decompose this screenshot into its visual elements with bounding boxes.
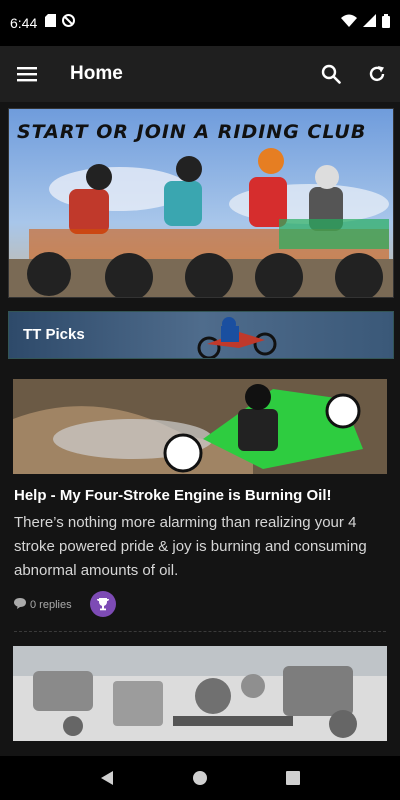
- hamburger-menu-icon[interactable]: [0, 46, 54, 102]
- status-time: 6:44: [10, 15, 38, 31]
- wifi-icon: [341, 14, 357, 32]
- refresh-icon[interactable]: [354, 46, 400, 102]
- status-left-icons: [45, 14, 76, 32]
- tt-picks-section[interactable]: TT Picks: [8, 311, 394, 359]
- comment-icon: [14, 598, 26, 612]
- recents-icon[interactable]: [273, 758, 313, 798]
- post-divider: [14, 631, 386, 632]
- banner-headline: START OR JOIN A RIDING CLUB: [17, 121, 367, 143]
- back-icon[interactable]: [87, 758, 127, 798]
- battery-icon: [382, 13, 390, 33]
- trophy-icon[interactable]: [90, 591, 116, 617]
- post-image: [13, 646, 387, 741]
- system-nav-bar: [0, 756, 400, 800]
- replies-count: 0 replies: [30, 599, 72, 611]
- search-icon[interactable]: [308, 46, 354, 102]
- signal-icon: [363, 14, 376, 32]
- no-disturb-icon: [62, 14, 76, 32]
- post-title[interactable]: Help - My Four-Stroke Engine is Burning …: [14, 487, 386, 504]
- post-excerpt: There’s nothing more alarming than reali…: [14, 514, 367, 579]
- post-image: [13, 379, 387, 474]
- status-right-icons: [341, 13, 390, 33]
- page-title: Home: [70, 63, 123, 84]
- home-icon[interactable]: [180, 758, 220, 798]
- sd-card-icon: [45, 14, 57, 32]
- status-bar: 6:44: [0, 0, 400, 46]
- feed-content[interactable]: START OR JOIN A RIDING CLUB TT Picks Hel…: [0, 102, 400, 756]
- riding-club-banner[interactable]: START OR JOIN A RIDING CLUB: [8, 108, 394, 298]
- tt-picks-label: TT Picks: [23, 326, 85, 343]
- app-bar: Home: [0, 46, 400, 102]
- post-replies[interactable]: 0 replies: [14, 598, 72, 612]
